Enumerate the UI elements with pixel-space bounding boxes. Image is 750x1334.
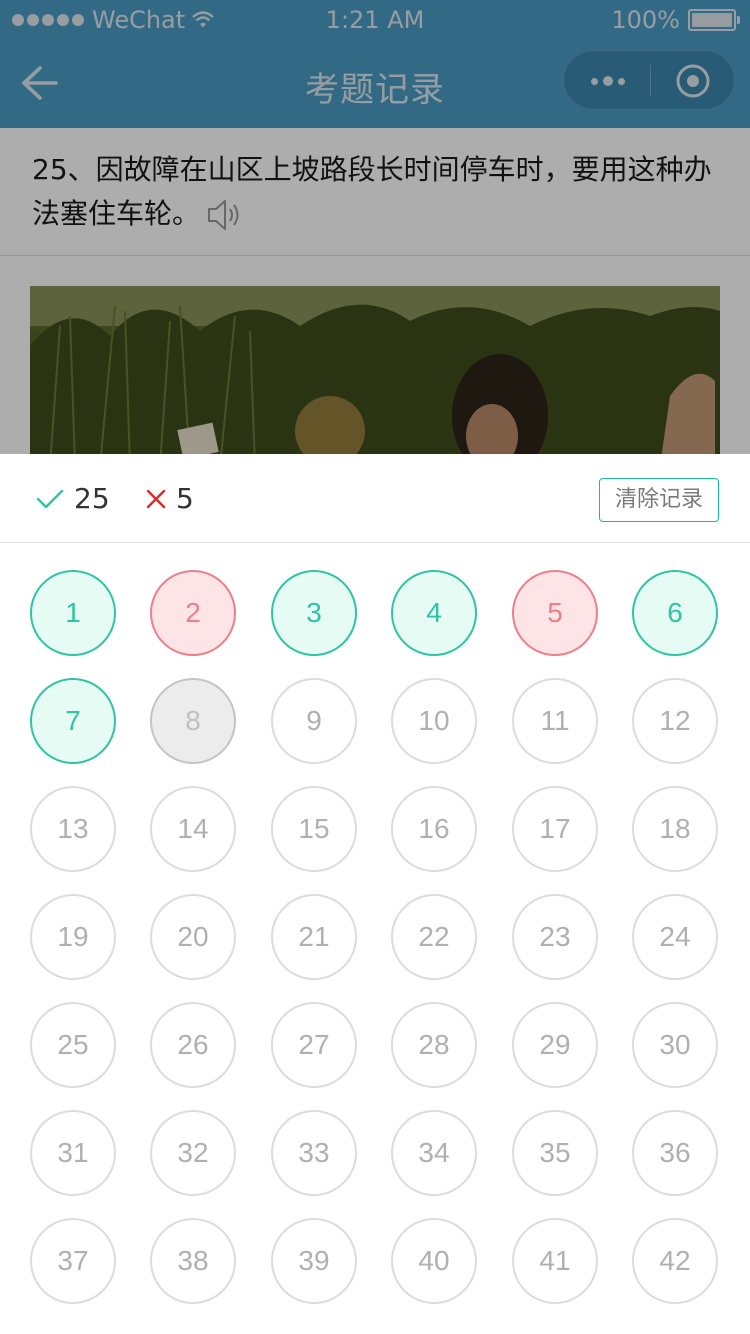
battery-level xyxy=(692,13,732,27)
clear-records-button[interactable]: 清除记录 xyxy=(599,478,719,522)
wrong-stat: 5 xyxy=(146,482,194,515)
status-bar: WeChat 1:21 AM 100% xyxy=(0,0,750,40)
question-number-21[interactable]: 21 xyxy=(271,894,357,980)
question-number-7[interactable]: 7 xyxy=(30,678,116,764)
mini-program-capsule xyxy=(563,50,735,110)
question-number-28[interactable]: 28 xyxy=(391,1002,477,1088)
question-number-18[interactable]: 18 xyxy=(632,786,718,872)
question-number-39[interactable]: 39 xyxy=(271,1218,357,1304)
question-number-14[interactable]: 14 xyxy=(150,786,236,872)
question-number-2[interactable]: 2 xyxy=(150,570,236,656)
question-number-16[interactable]: 16 xyxy=(391,786,477,872)
question-number-31[interactable]: 31 xyxy=(30,1110,116,1196)
divider xyxy=(0,255,750,256)
question-number-27[interactable]: 27 xyxy=(271,1002,357,1088)
question-number-4[interactable]: 4 xyxy=(391,570,477,656)
question-number-41[interactable]: 41 xyxy=(512,1218,598,1304)
question-number-23[interactable]: 23 xyxy=(512,894,598,980)
question-number-5[interactable]: 5 xyxy=(512,570,598,656)
battery-icon xyxy=(688,9,740,31)
status-right: 100% xyxy=(611,6,740,34)
question-area: 25、因故障在山区上坡路段长时间停车时，要用这种办法塞住车轮。 xyxy=(0,128,750,256)
battery-percent: 100% xyxy=(611,6,680,34)
question-number-25[interactable]: 25 xyxy=(30,1002,116,1088)
question-number-32[interactable]: 32 xyxy=(150,1110,236,1196)
more-dots-icon[interactable] xyxy=(588,71,628,91)
question-number-10[interactable]: 10 xyxy=(391,678,477,764)
question-number-22[interactable]: 22 xyxy=(391,894,477,980)
question-number-34[interactable]: 34 xyxy=(391,1110,477,1196)
question-text: 25、因故障在山区上坡路段长时间停车时，要用这种办法塞住车轮。 xyxy=(32,153,712,232)
question-number-29[interactable]: 29 xyxy=(512,1002,598,1088)
question-number-15[interactable]: 15 xyxy=(271,786,357,872)
question-number-3[interactable]: 3 xyxy=(271,570,357,656)
question-number-6[interactable]: 6 xyxy=(632,570,718,656)
wrong-count: 5 xyxy=(176,482,194,515)
correct-stat: 25 xyxy=(36,482,110,515)
answer-sheet-panel: 25 5 清除记录 1 2 3 4 5 6 7 8 9 10 11 12 13 14 15 16 17 18 19 2… xyxy=(0,454,750,1334)
question-number-38[interactable]: 38 xyxy=(150,1218,236,1304)
question-number-19[interactable]: 19 xyxy=(30,894,116,980)
question-number-30[interactable]: 30 xyxy=(632,1002,718,1088)
question-number-17[interactable]: 17 xyxy=(512,786,598,872)
question-number-35[interactable]: 35 xyxy=(512,1110,598,1196)
question-number-26[interactable]: 26 xyxy=(150,1002,236,1088)
question-number-20[interactable]: 20 xyxy=(150,894,236,980)
question-number-33[interactable]: 33 xyxy=(271,1110,357,1196)
question-number-40[interactable]: 40 xyxy=(391,1218,477,1304)
nav-bar: 考题记录 xyxy=(0,40,750,128)
cross-icon xyxy=(146,489,166,508)
question-number-12[interactable]: 12 xyxy=(632,678,718,764)
question-number-13[interactable]: 13 xyxy=(30,786,116,872)
target-close-icon[interactable] xyxy=(674,62,712,100)
correct-count: 25 xyxy=(74,482,110,515)
question-image xyxy=(30,286,720,466)
question-number-1[interactable]: 1 xyxy=(30,570,116,656)
check-icon xyxy=(36,489,64,508)
speaker-icon[interactable] xyxy=(206,198,244,232)
question-number-11[interactable]: 11 xyxy=(512,678,598,764)
question-number-37[interactable]: 37 xyxy=(30,1218,116,1304)
question-number-8[interactable]: 8 xyxy=(150,678,236,764)
question-number-9[interactable]: 9 xyxy=(271,678,357,764)
question-number-36[interactable]: 36 xyxy=(632,1110,718,1196)
question-number-42[interactable]: 42 xyxy=(632,1218,718,1304)
stats-bar: 25 5 清除记录 xyxy=(0,454,750,543)
question-number-24[interactable]: 24 xyxy=(632,894,718,980)
